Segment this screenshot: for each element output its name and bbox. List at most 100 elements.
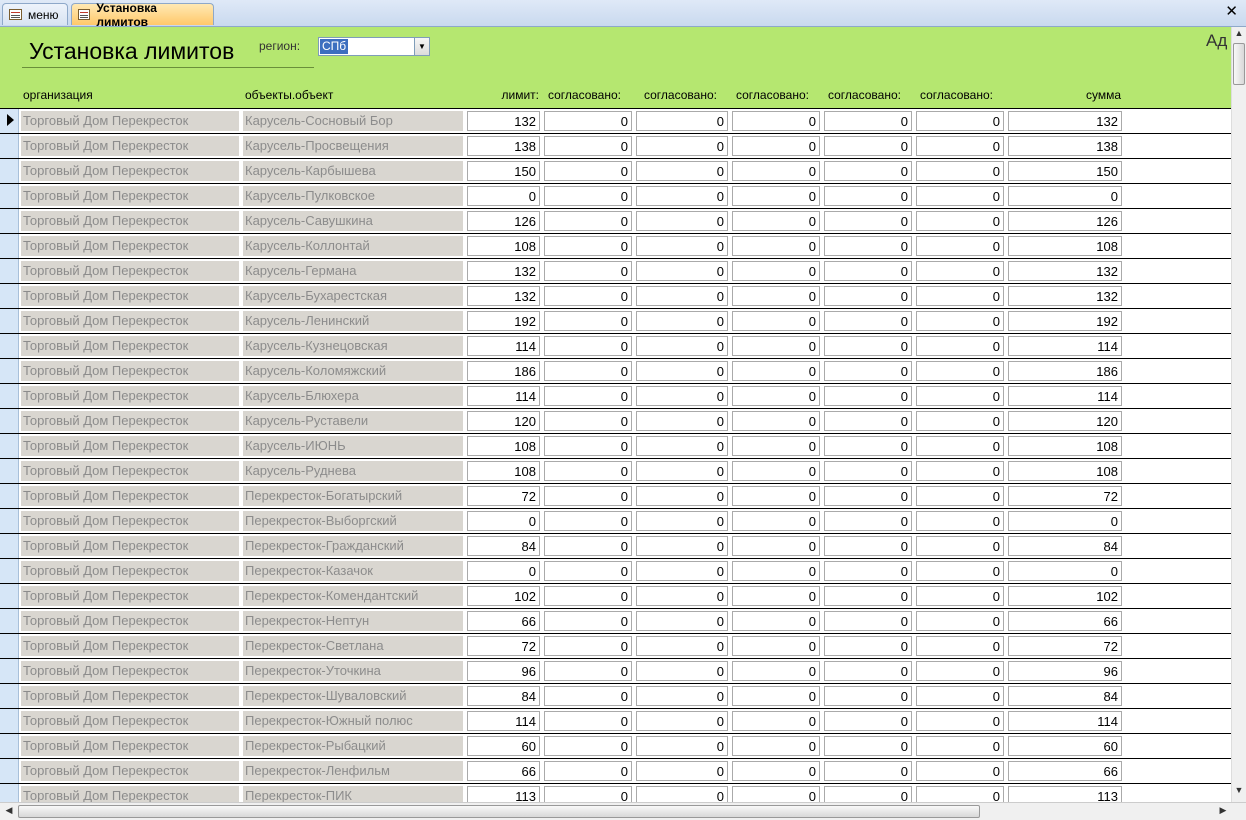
object-field[interactable]: Карусель-Карбышева bbox=[243, 161, 463, 181]
horizontal-scroll-thumb[interactable] bbox=[18, 805, 980, 818]
agreed-field-1[interactable]: 0 bbox=[544, 711, 632, 731]
sum-field[interactable]: 0 bbox=[1008, 561, 1122, 581]
agreed-field-3[interactable]: 0 bbox=[732, 186, 820, 206]
agreed-field-3[interactable]: 0 bbox=[732, 211, 820, 231]
agreed-field-5[interactable]: 0 bbox=[916, 761, 1004, 781]
limit-field[interactable]: 114 bbox=[467, 336, 540, 356]
agreed-field-1[interactable]: 0 bbox=[544, 536, 632, 556]
organization-field[interactable]: Торговый Дом Перекресток bbox=[21, 711, 239, 731]
object-field[interactable]: Карусель-Блюхера bbox=[243, 386, 463, 406]
agreed-field-1[interactable]: 0 bbox=[544, 286, 632, 306]
agreed-field-1[interactable]: 0 bbox=[544, 111, 632, 131]
object-field[interactable]: Перекресток-Комендантский bbox=[243, 586, 463, 606]
vertical-scroll-thumb[interactable] bbox=[1233, 43, 1245, 85]
record-selector[interactable] bbox=[0, 584, 19, 608]
agreed-field-1[interactable]: 0 bbox=[544, 436, 632, 456]
limit-field[interactable]: 114 bbox=[467, 711, 540, 731]
agreed-field-2[interactable]: 0 bbox=[636, 686, 728, 706]
agreed-field-3[interactable]: 0 bbox=[732, 461, 820, 481]
agreed-field-4[interactable]: 0 bbox=[824, 411, 912, 431]
agreed-field-4[interactable]: 0 bbox=[824, 536, 912, 556]
agreed-field-2[interactable]: 0 bbox=[636, 736, 728, 756]
sum-field[interactable]: 66 bbox=[1008, 611, 1122, 631]
agreed-field-5[interactable]: 0 bbox=[916, 736, 1004, 756]
agreed-field-1[interactable]: 0 bbox=[544, 661, 632, 681]
record-selector[interactable] bbox=[0, 384, 19, 408]
agreed-field-1[interactable]: 0 bbox=[544, 736, 632, 756]
agreed-field-3[interactable]: 0 bbox=[732, 511, 820, 531]
limit-field[interactable]: 132 bbox=[467, 111, 540, 131]
object-field[interactable]: Перекресток-Гражданский bbox=[243, 536, 463, 556]
agreed-field-3[interactable]: 0 bbox=[732, 286, 820, 306]
agreed-field-2[interactable]: 0 bbox=[636, 761, 728, 781]
agreed-field-3[interactable]: 0 bbox=[732, 386, 820, 406]
agreed-field-2[interactable]: 0 bbox=[636, 586, 728, 606]
agreed-field-2[interactable]: 0 bbox=[636, 536, 728, 556]
agreed-field-5[interactable]: 0 bbox=[916, 586, 1004, 606]
object-field[interactable]: Перекресток-Нептун bbox=[243, 611, 463, 631]
sum-field[interactable]: 114 bbox=[1008, 336, 1122, 356]
sum-field[interactable]: 72 bbox=[1008, 486, 1122, 506]
object-field[interactable]: Карусель-Коломяжский bbox=[243, 361, 463, 381]
scroll-right-icon[interactable]: ▶ bbox=[1216, 805, 1230, 816]
agreed-field-4[interactable]: 0 bbox=[824, 586, 912, 606]
record-selector[interactable] bbox=[0, 684, 19, 708]
record-selector[interactable] bbox=[0, 734, 19, 758]
tab-limits[interactable]: Установка лимитов bbox=[71, 1, 214, 29]
object-field[interactable]: Перекресток-Южный полюс bbox=[243, 711, 463, 731]
agreed-field-2[interactable]: 0 bbox=[636, 186, 728, 206]
sum-field[interactable]: 108 bbox=[1008, 436, 1122, 456]
organization-field[interactable]: Торговый Дом Перекресток bbox=[21, 636, 239, 656]
organization-field[interactable]: Торговый Дом Перекресток bbox=[21, 686, 239, 706]
agreed-field-1[interactable]: 0 bbox=[544, 611, 632, 631]
limit-field[interactable]: 186 bbox=[467, 361, 540, 381]
record-selector[interactable] bbox=[0, 559, 19, 583]
sum-field[interactable]: 108 bbox=[1008, 461, 1122, 481]
agreed-field-4[interactable]: 0 bbox=[824, 486, 912, 506]
sum-field[interactable]: 132 bbox=[1008, 261, 1122, 281]
organization-field[interactable]: Торговый Дом Перекресток bbox=[21, 411, 239, 431]
sum-field[interactable]: 138 bbox=[1008, 136, 1122, 156]
record-selector[interactable] bbox=[0, 459, 19, 483]
agreed-field-3[interactable]: 0 bbox=[732, 311, 820, 331]
record-selector[interactable] bbox=[0, 534, 19, 558]
agreed-field-3[interactable]: 0 bbox=[732, 736, 820, 756]
agreed-field-2[interactable]: 0 bbox=[636, 386, 728, 406]
agreed-field-1[interactable]: 0 bbox=[544, 786, 632, 802]
agreed-field-4[interactable]: 0 bbox=[824, 611, 912, 631]
sum-field[interactable]: 72 bbox=[1008, 636, 1122, 656]
organization-field[interactable]: Торговый Дом Перекресток bbox=[21, 161, 239, 181]
agreed-field-1[interactable]: 0 bbox=[544, 761, 632, 781]
record-selector[interactable] bbox=[0, 359, 19, 383]
organization-field[interactable]: Торговый Дом Перекресток bbox=[21, 186, 239, 206]
limit-field[interactable]: 192 bbox=[467, 311, 540, 331]
sum-field[interactable]: 66 bbox=[1008, 761, 1122, 781]
organization-field[interactable]: Торговый Дом Перекресток bbox=[21, 661, 239, 681]
agreed-field-3[interactable]: 0 bbox=[732, 161, 820, 181]
agreed-field-1[interactable]: 0 bbox=[544, 561, 632, 581]
object-field[interactable]: Перекресток-Уточкина bbox=[243, 661, 463, 681]
organization-field[interactable]: Торговый Дом Перекресток bbox=[21, 211, 239, 231]
agreed-field-2[interactable]: 0 bbox=[636, 236, 728, 256]
agreed-field-4[interactable]: 0 bbox=[824, 436, 912, 456]
agreed-field-1[interactable]: 0 bbox=[544, 361, 632, 381]
agreed-field-3[interactable]: 0 bbox=[732, 361, 820, 381]
agreed-field-4[interactable]: 0 bbox=[824, 661, 912, 681]
limit-field[interactable]: 66 bbox=[467, 761, 540, 781]
limit-field[interactable]: 108 bbox=[467, 436, 540, 456]
agreed-field-1[interactable]: 0 bbox=[544, 486, 632, 506]
agreed-field-2[interactable]: 0 bbox=[636, 311, 728, 331]
record-selector[interactable] bbox=[0, 309, 19, 333]
agreed-field-3[interactable]: 0 bbox=[732, 261, 820, 281]
scroll-left-icon[interactable]: ◀ bbox=[2, 805, 16, 816]
limit-field[interactable]: 60 bbox=[467, 736, 540, 756]
record-selector[interactable] bbox=[0, 634, 19, 658]
agreed-field-2[interactable]: 0 bbox=[636, 561, 728, 581]
agreed-field-3[interactable]: 0 bbox=[732, 486, 820, 506]
limit-field[interactable]: 84 bbox=[467, 686, 540, 706]
sum-field[interactable]: 60 bbox=[1008, 736, 1122, 756]
agreed-field-4[interactable]: 0 bbox=[824, 186, 912, 206]
organization-field[interactable]: Торговый Дом Перекресток bbox=[21, 311, 239, 331]
agreed-field-4[interactable]: 0 bbox=[824, 361, 912, 381]
organization-field[interactable]: Торговый Дом Перекресток bbox=[21, 236, 239, 256]
